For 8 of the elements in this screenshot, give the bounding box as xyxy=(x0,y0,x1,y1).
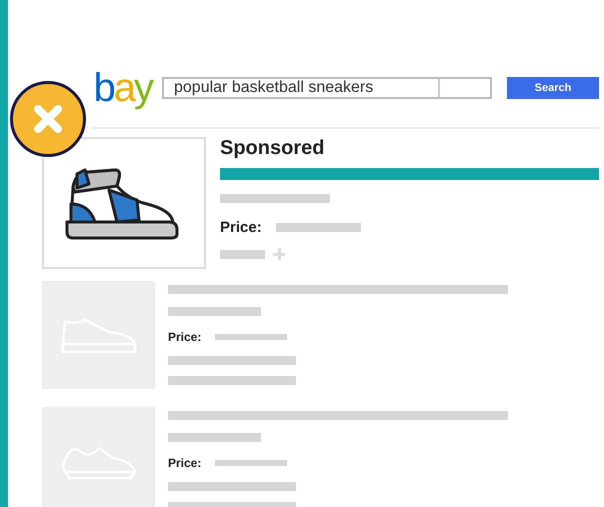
placeholder-bar xyxy=(220,250,265,258)
search-field[interactable]: popular basketball sneakers xyxy=(162,77,492,99)
price-label: Price: xyxy=(168,456,202,470)
price-label: Price: xyxy=(168,330,202,344)
sponsored-label: Sponsored xyxy=(220,137,326,160)
search-button[interactable]: Search xyxy=(507,77,599,99)
price-label: Price: xyxy=(220,219,262,236)
logo: bay xyxy=(92,68,154,108)
